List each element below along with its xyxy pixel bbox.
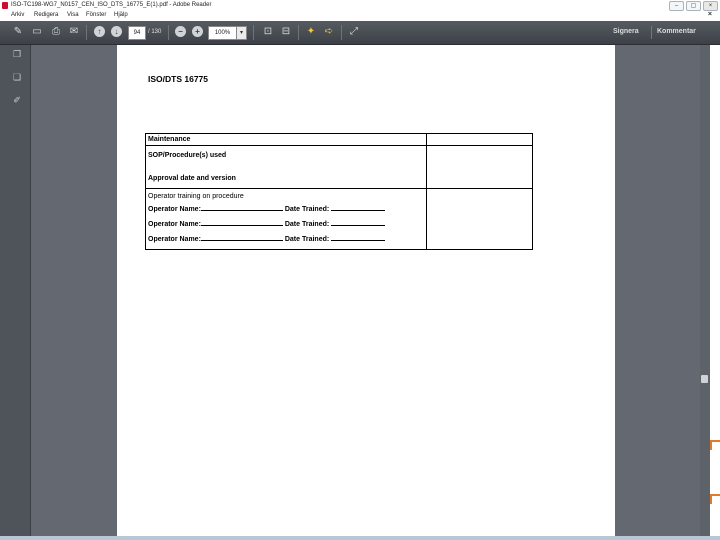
orange-marker: [710, 440, 720, 450]
approval-label: Approval date and version: [148, 175, 236, 182]
taskbar: [0, 536, 720, 540]
signatures-panel-icon[interactable]: ✐: [12, 95, 22, 106]
adobe-reader-icon: [2, 2, 8, 9]
close-document-button[interactable]: ×: [708, 11, 712, 18]
toolbar-divider: [298, 25, 299, 40]
toolbar: ✎ ▭ ⎙ ✉ ↑ ↓ 94 / 130 − + 100% ▾ ⊡ ⊟ ✦ ➪ …: [0, 21, 720, 45]
zoom-in-icon[interactable]: +: [192, 26, 203, 37]
operator-name-label: Operator Name:: [148, 221, 201, 228]
form-table: Maintenance SOP/Procedure(s) used Approv…: [145, 133, 533, 250]
table-cell: SOP/Procedure(s) used Approval date and …: [145, 145, 427, 189]
table-row: Operator training on procedure Operator …: [145, 188, 533, 250]
save-icon[interactable]: ▭: [31, 26, 43, 38]
document-heading: ISO/DTS 16775: [148, 74, 209, 84]
toolbar-divider: [253, 25, 254, 40]
zoom-out-icon[interactable]: −: [175, 26, 186, 37]
window-controls: – ▢ ×: [669, 1, 718, 11]
operator-name-label: Operator Name:: [148, 236, 201, 243]
blank-line: [200, 219, 283, 226]
minimize-button[interactable]: –: [669, 1, 684, 11]
toolbar-divider: [168, 25, 169, 40]
close-button[interactable]: ×: [703, 1, 718, 11]
toolbar-divider: [651, 26, 652, 39]
comment-tab[interactable]: Kommentar: [657, 28, 696, 35]
operator-line: Operator Name: Date Trained:: [148, 232, 424, 247]
document-area[interactable]: ISO/DTS 16775 Maintenance SOP/Procedure(…: [31, 45, 710, 540]
scrollbar-thumb[interactable]: [701, 375, 708, 383]
table-cell: Operator training on procedure Operator …: [145, 188, 427, 250]
menu-item-hjalp[interactable]: Hjälp: [114, 12, 128, 18]
toolbar-divider: [86, 25, 87, 40]
blank-line: [331, 234, 386, 241]
operator-line: Operator Name: Date Trained:: [148, 202, 424, 217]
print-icon[interactable]: ⎙: [50, 26, 62, 38]
window-title: ISO-TC198-WG7_N0157_CEN_ISO_DTS_16775_E(…: [11, 2, 212, 8]
menu-item-fonster[interactable]: Fönster: [86, 12, 106, 18]
maximize-button[interactable]: ▢: [686, 1, 701, 11]
pdf-page: ISO/DTS 16775 Maintenance SOP/Procedure(…: [117, 45, 615, 540]
menu-item-visa[interactable]: Visa: [67, 12, 79, 18]
operator-line: Operator Name: Date Trained:: [148, 217, 424, 232]
table-row: SOP/Procedure(s) used Approval date and …: [145, 145, 533, 189]
title-bar: ISO-TC198-WG7_N0157_CEN_ISO_DTS_16775_E(…: [0, 0, 720, 11]
zoom-input[interactable]: 100%: [208, 26, 237, 40]
comment-icon[interactable]: ✦: [305, 26, 317, 38]
orange-marker: [710, 494, 720, 504]
table-cell: [426, 188, 533, 250]
prev-page-icon[interactable]: ↑: [94, 26, 105, 37]
edit-icon[interactable]: ✎: [12, 26, 24, 38]
table-cell: [426, 133, 533, 146]
date-trained-label: Date Trained:: [284, 221, 330, 228]
menu-bar: Arkiv Redigera Visa Fönster Hjälp ×: [0, 11, 720, 21]
blank-line: [200, 204, 283, 211]
bookmarks-panel-icon[interactable]: ❏: [12, 72, 22, 83]
blank-line: [331, 204, 386, 211]
table-cell: Maintenance: [145, 133, 427, 146]
menu-item-arkiv[interactable]: Arkiv: [11, 12, 24, 18]
fit-page-icon[interactable]: ⊡: [262, 26, 274, 38]
toolbar-divider: [341, 25, 342, 40]
zoom-dropdown-button[interactable]: ▾: [236, 26, 247, 40]
pages-panel-icon[interactable]: ❐: [12, 49, 22, 60]
sign-icon[interactable]: ➪: [323, 26, 335, 38]
expand-icon[interactable]: ⤢: [348, 26, 360, 38]
blank-line: [200, 234, 283, 241]
sign-tab[interactable]: Signera: [613, 28, 639, 35]
menu-item-redigera[interactable]: Redigera: [34, 12, 58, 18]
vertical-scrollbar[interactable]: [700, 45, 710, 540]
blank-line: [331, 219, 386, 226]
fit-width-icon[interactable]: ⊟: [280, 26, 292, 38]
date-trained-label: Date Trained:: [284, 236, 330, 243]
page-number-input[interactable]: 94: [128, 26, 146, 40]
email-icon[interactable]: ✉: [68, 26, 80, 38]
navigation-pane: ❐ ❏ ✐: [0, 45, 31, 540]
date-trained-label: Date Trained:: [284, 206, 330, 213]
next-page-icon[interactable]: ↓: [111, 26, 122, 37]
sop-label: SOP/Procedure(s) used: [148, 152, 227, 159]
table-cell: [426, 145, 533, 189]
operator-name-label: Operator Name:: [148, 206, 201, 213]
table-row: Maintenance: [145, 133, 533, 146]
training-intro: Operator training on procedure: [148, 193, 244, 200]
page-total: / 130: [148, 29, 162, 35]
right-edge-strip: [710, 45, 720, 540]
